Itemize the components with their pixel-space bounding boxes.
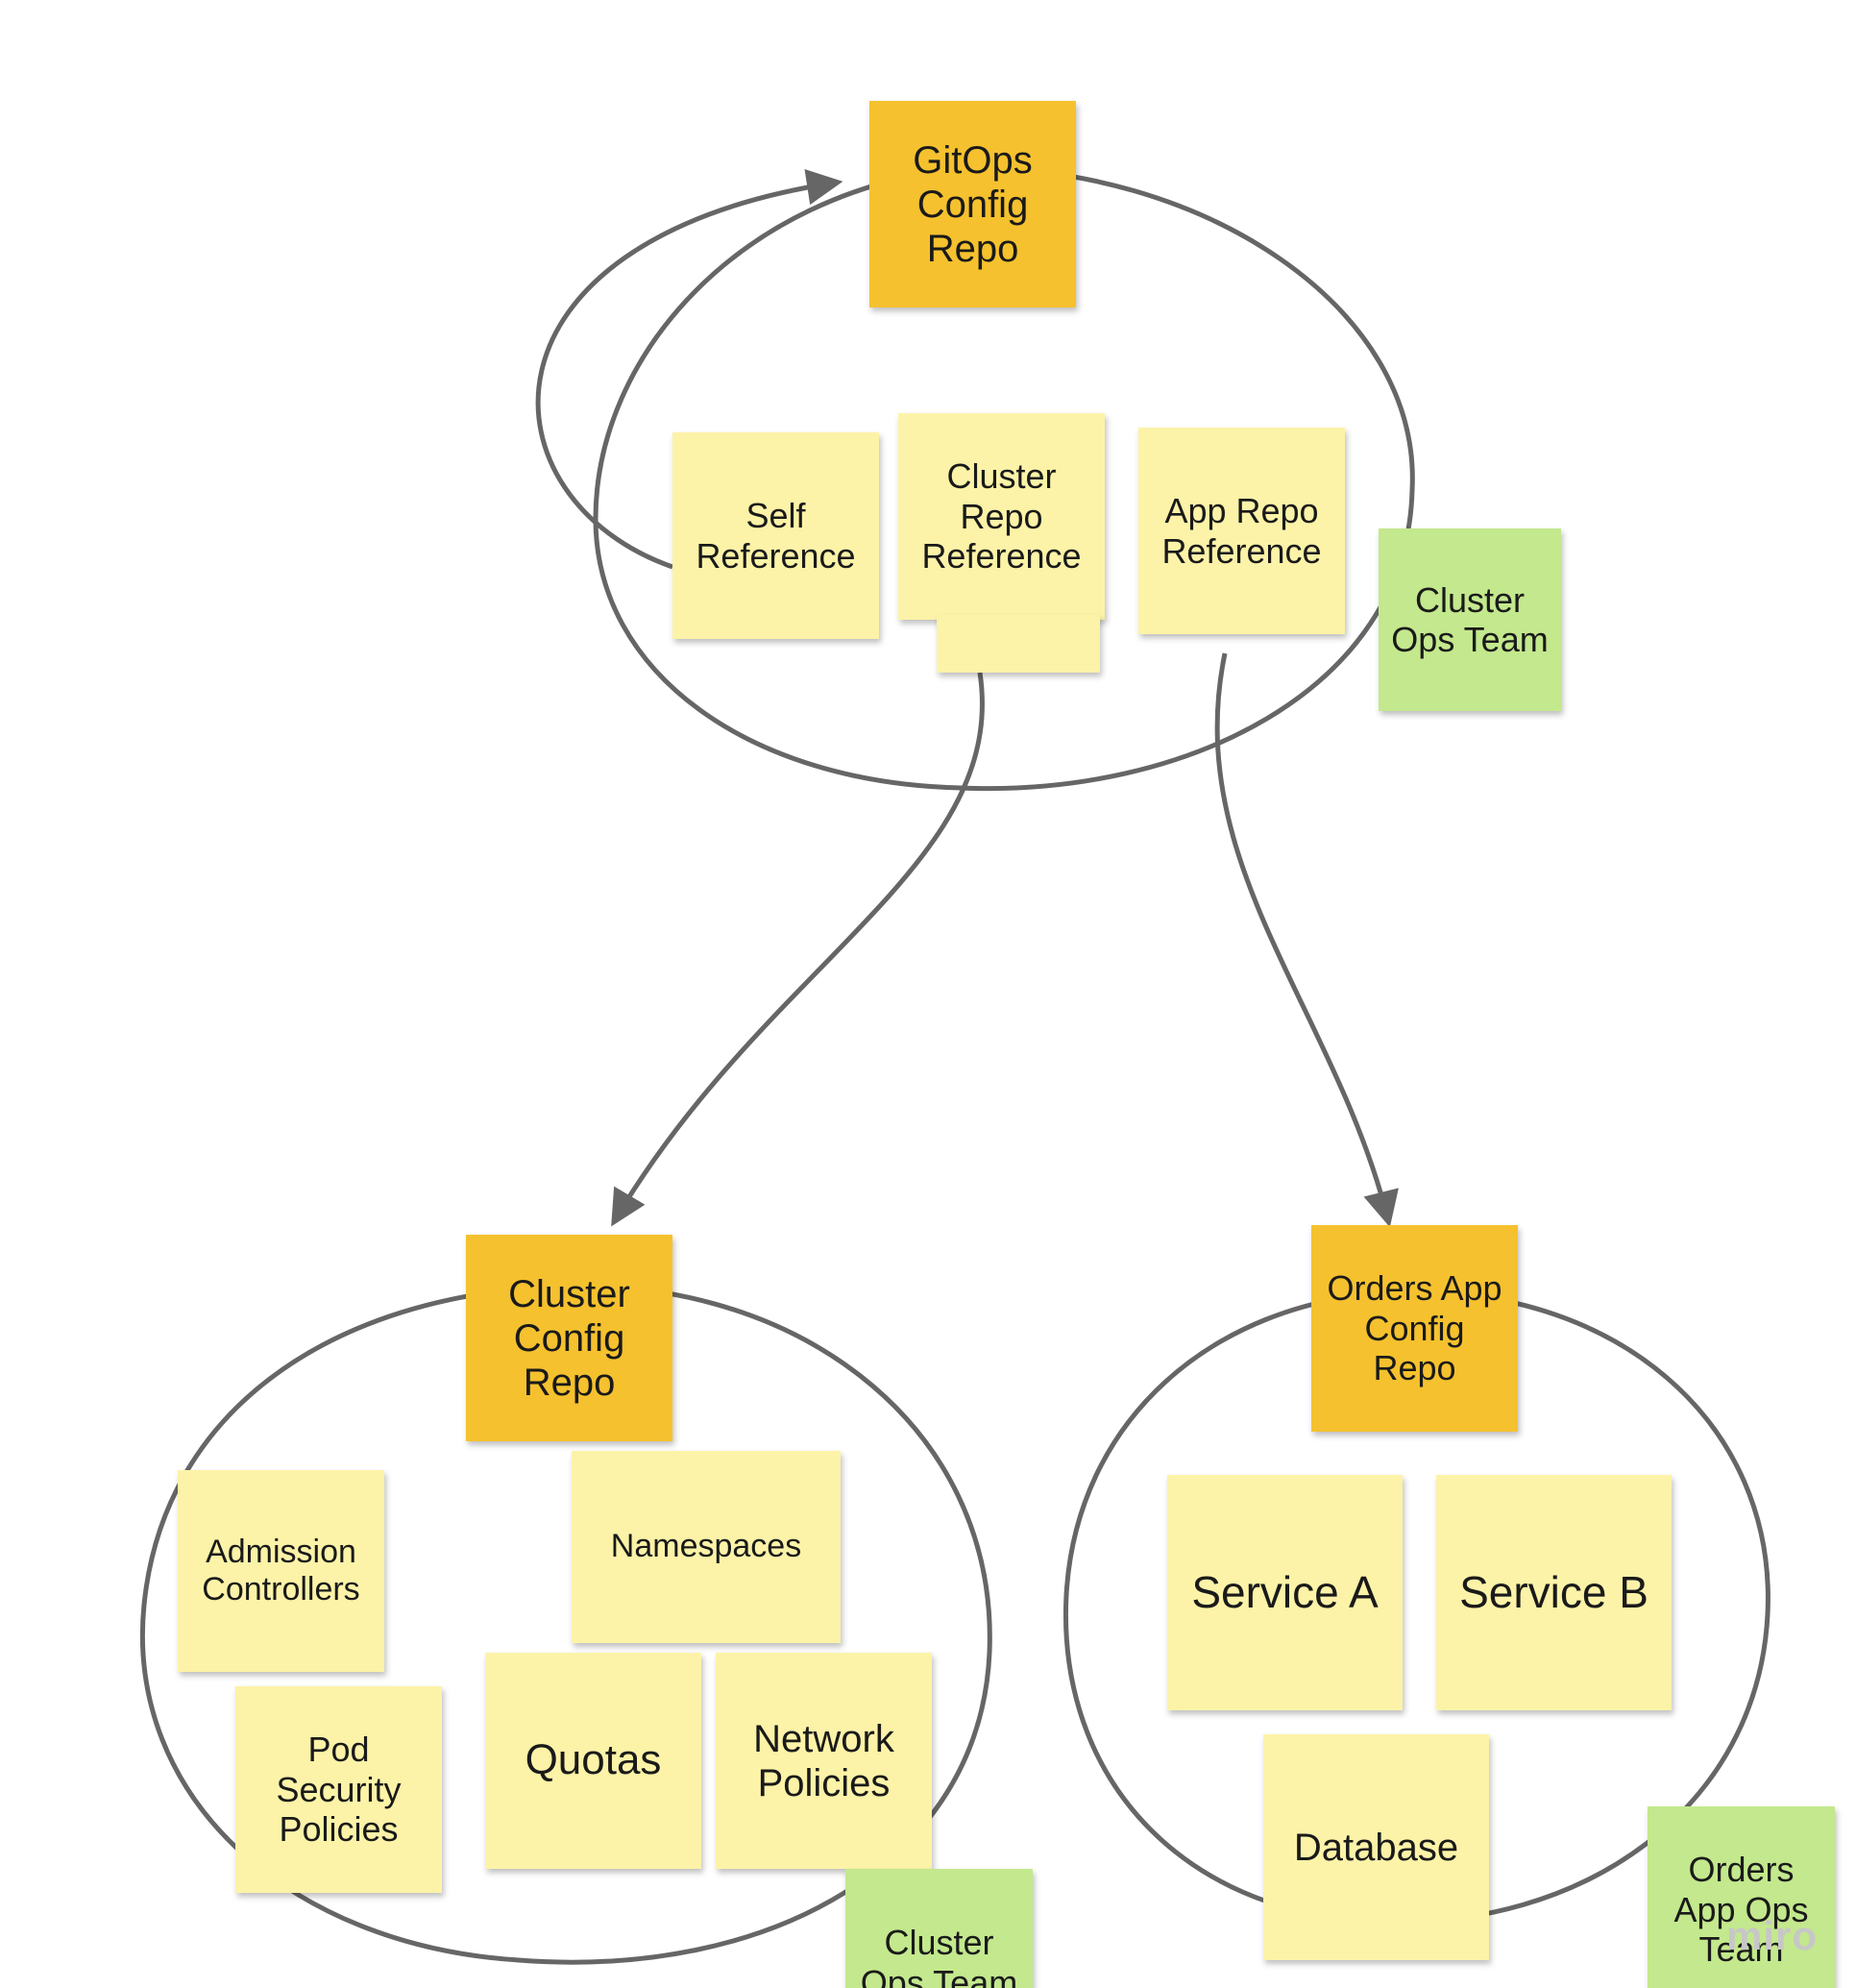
miro-watermark: miro <box>1726 1913 1818 1959</box>
note-cluster-ops-team-bottom[interactable]: Cluster Ops Team <box>845 1869 1033 1988</box>
note-database[interactable]: Database <box>1263 1734 1489 1960</box>
note-admission-controllers[interactable]: Admission Controllers <box>178 1470 384 1672</box>
note-service-a[interactable]: Service A <box>1167 1475 1403 1710</box>
note-cluster-config-repo[interactable]: Cluster Config Repo <box>466 1235 672 1441</box>
note-cluster-repo-reference[interactable]: Cluster Repo Reference <box>898 413 1105 620</box>
note-orders-app-config-repo[interactable]: Orders App Config Repo <box>1311 1225 1518 1432</box>
note-network-policies[interactable]: Network Policies <box>716 1653 932 1869</box>
arrow-app-ref-to-orders-repo <box>1217 653 1388 1220</box>
note-pod-security-policies[interactable]: Pod Security Policies <box>235 1686 442 1893</box>
note-self-reference[interactable]: Self Reference <box>672 432 879 639</box>
note-app-repo-reference[interactable]: App Repo Reference <box>1138 428 1345 634</box>
note-gitops-config-repo[interactable]: GitOps Config Repo <box>869 101 1076 307</box>
note-quotas[interactable]: Quotas <box>485 1653 701 1869</box>
note-cluster-ops-team-top[interactable]: Cluster Ops Team <box>1379 528 1561 711</box>
note-namespaces[interactable]: Namespaces <box>572 1451 841 1643</box>
note-orders-app-ops-team[interactable]: Orders App Ops Team <box>1648 1806 1835 1988</box>
note-service-b[interactable]: Service B <box>1436 1475 1672 1710</box>
arrow-cluster-ref-to-cluster-repo <box>615 673 982 1220</box>
note-cluster-repo-reference-stack <box>937 615 1100 673</box>
